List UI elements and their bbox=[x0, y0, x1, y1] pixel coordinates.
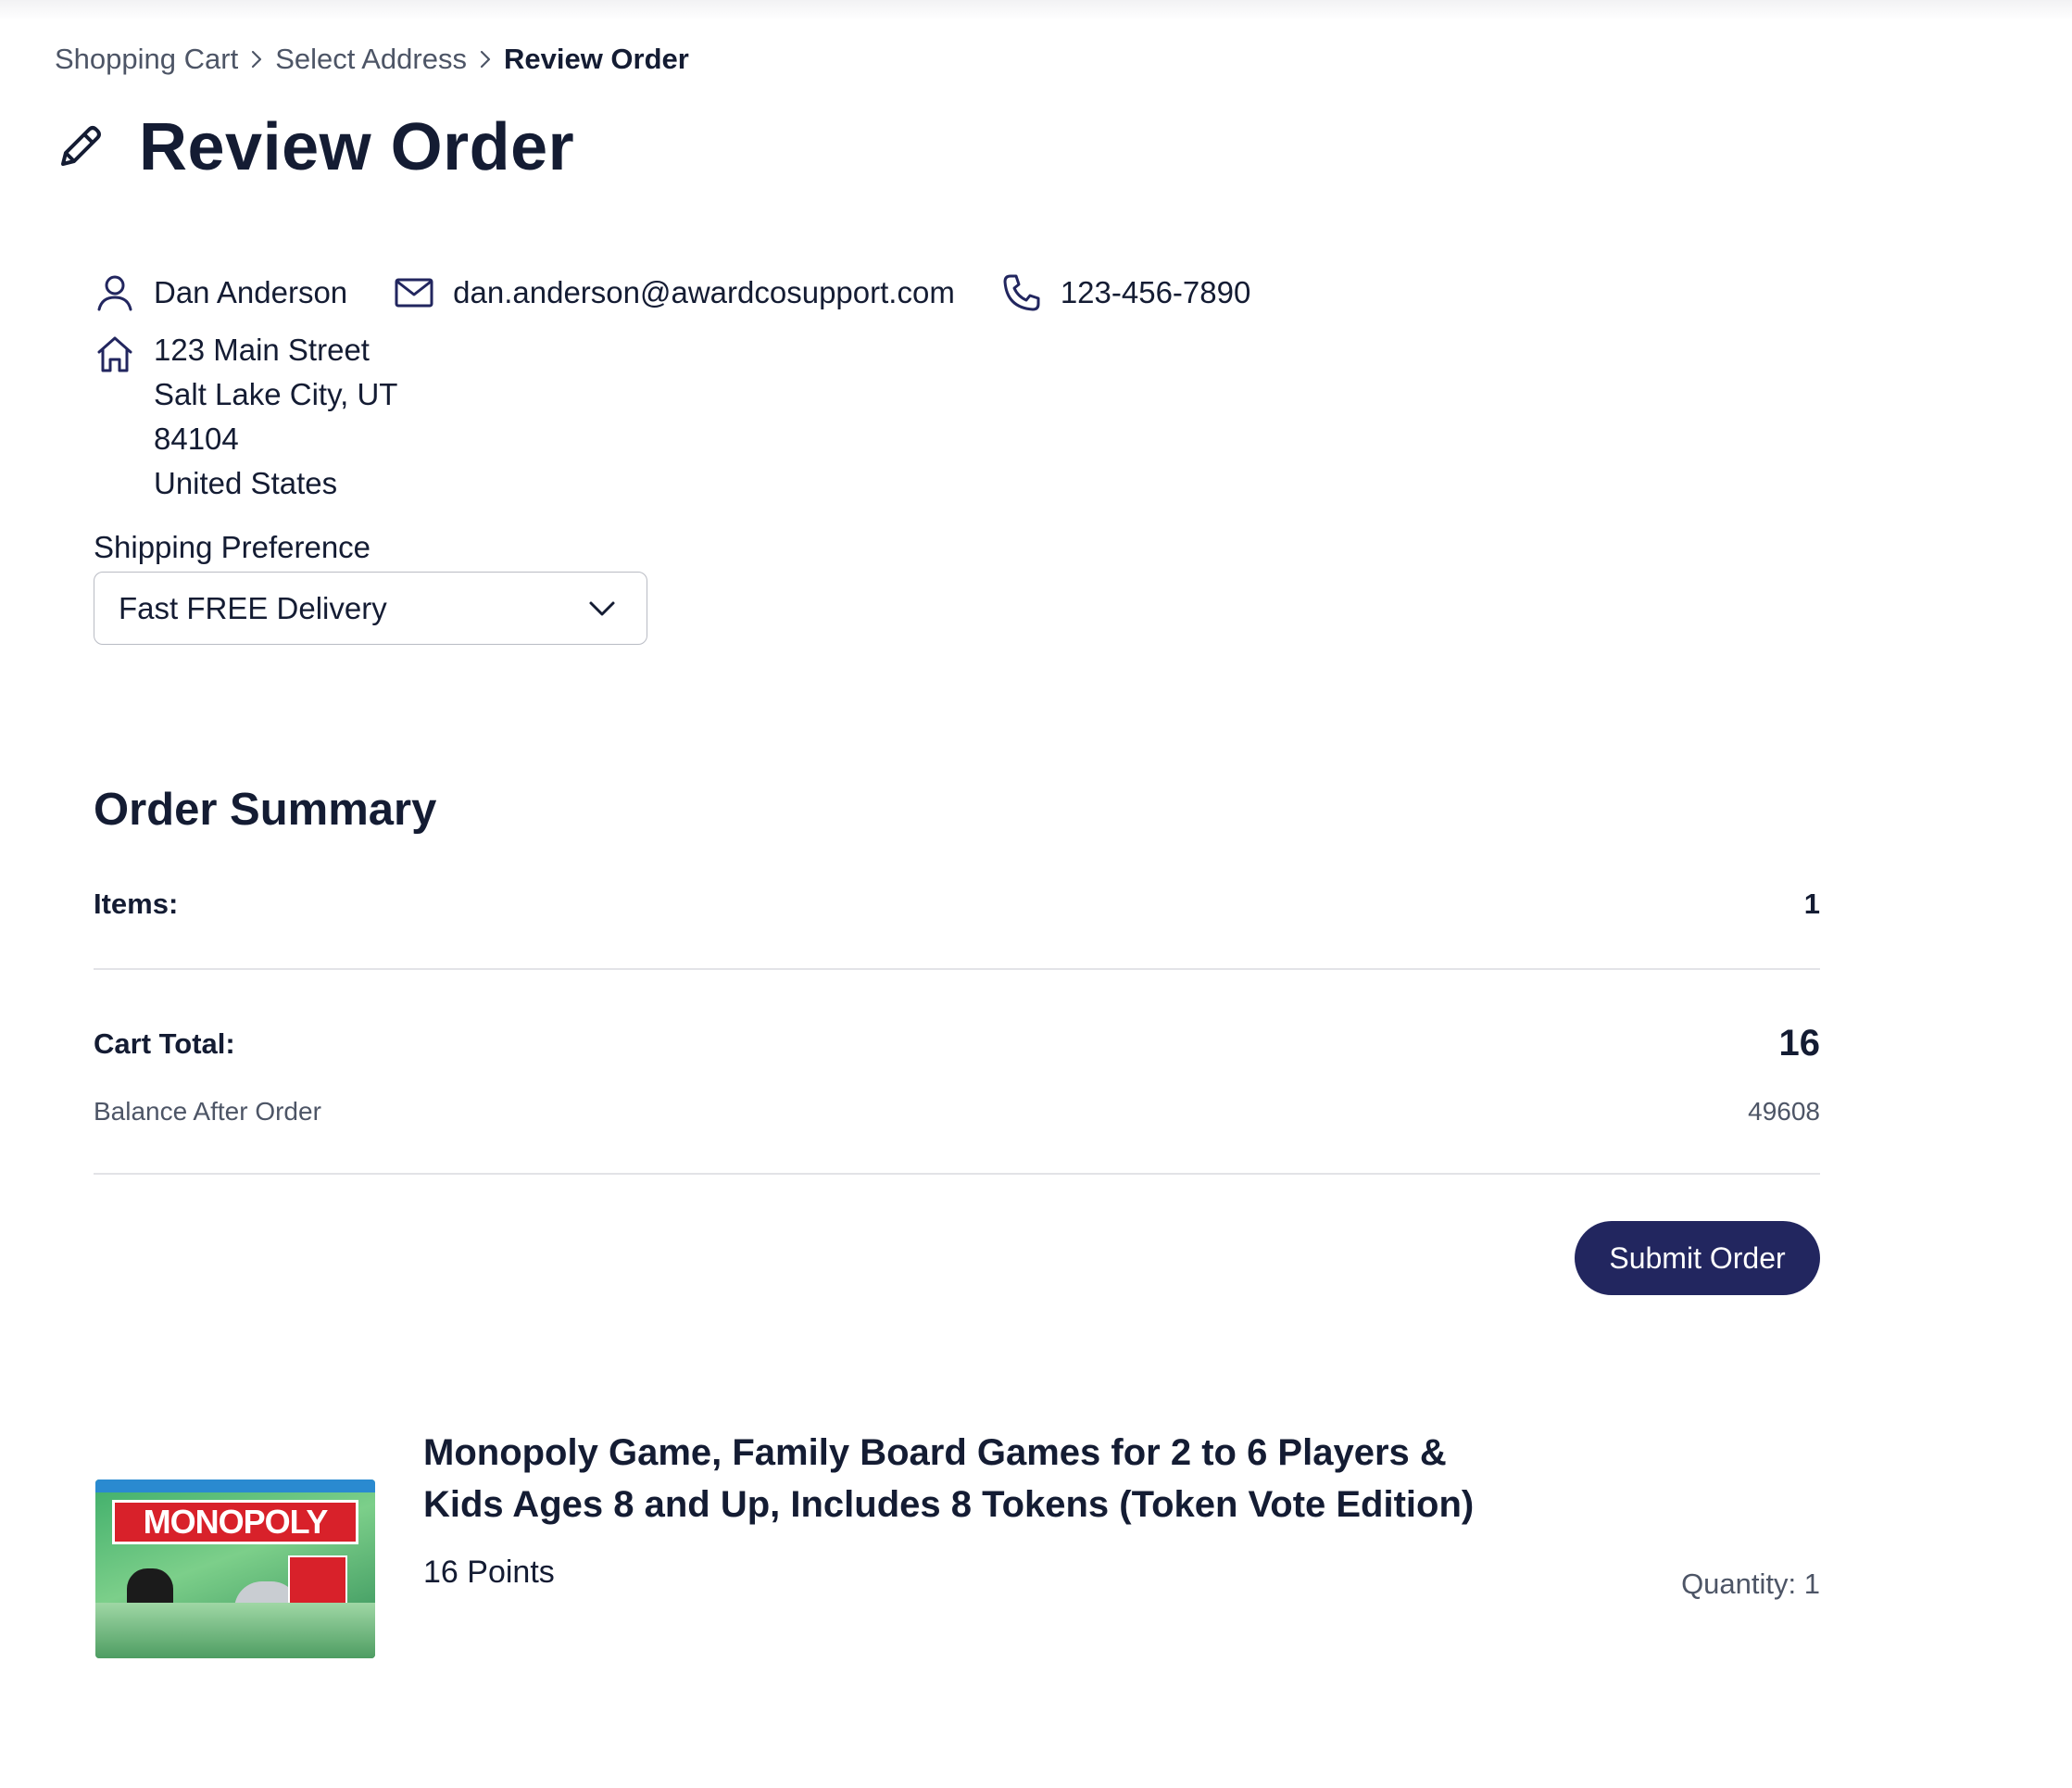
page-title: Review Order bbox=[139, 110, 575, 184]
address-street: 123 Main Street bbox=[154, 333, 370, 367]
cart-total-value: 16 bbox=[1778, 1023, 1821, 1064]
balance-value: 49608 bbox=[1748, 1097, 1820, 1126]
customer-email: dan.anderson@awardcosupport.com bbox=[453, 275, 955, 309]
pencil-icon bbox=[61, 126, 101, 166]
box-bottom bbox=[95, 1603, 375, 1658]
product-logo: MONOPOLY bbox=[112, 1500, 358, 1544]
address-zip: 84104 bbox=[154, 422, 239, 456]
shipping-selected-value: Fast FREE Delivery bbox=[119, 590, 387, 625]
product-points: 16 Points bbox=[423, 1555, 555, 1590]
contact-email: dan.anderson@awardcosupport.com bbox=[394, 272, 955, 313]
quantity-value: 1 bbox=[1803, 1568, 1820, 1600]
breadcrumb-shopping-cart[interactable]: Shopping Cart bbox=[55, 43, 238, 76]
contact-name: Dan Anderson bbox=[94, 272, 347, 313]
product-name-link[interactable]: Monopoly Game, Family Board Games for 2 … bbox=[423, 1427, 1535, 1530]
balance-label: Balance After Order bbox=[94, 1097, 321, 1126]
phone-icon bbox=[1003, 274, 1040, 311]
customer-name: Dan Anderson bbox=[154, 275, 348, 309]
items-value: 1 bbox=[1803, 888, 1820, 920]
address-lines: 123 Main Street Salt Lake City, UT 84104… bbox=[154, 328, 397, 506]
title-row: Review Order bbox=[54, 109, 574, 185]
submit-order-button[interactable]: Submit Order bbox=[1575, 1221, 1820, 1295]
divider bbox=[94, 1173, 1820, 1175]
items-row: Items: 1 bbox=[94, 888, 1820, 921]
contact-info: Dan Anderson dan.anderson@awardcosupport… bbox=[94, 272, 1297, 313]
shipping-preference-label: Shipping Preference bbox=[94, 530, 371, 564]
shipping-address: 123 Main Street Salt Lake City, UT 84104… bbox=[94, 333, 397, 506]
chevron-right-icon bbox=[467, 49, 504, 69]
customer-phone: 123-456-7890 bbox=[1060, 275, 1251, 309]
cart-total-row: Cart Total: 16 bbox=[94, 1023, 1820, 1064]
user-icon bbox=[97, 275, 132, 311]
breadcrumb-current: Review Order bbox=[503, 43, 689, 75]
quantity-label: Quantity: bbox=[1681, 1568, 1797, 1600]
divider bbox=[94, 968, 1820, 970]
chevron-right-icon bbox=[238, 49, 275, 69]
home-icon bbox=[97, 336, 132, 372]
address-city-state: Salt Lake City, UT bbox=[154, 377, 398, 411]
chevron-down-icon bbox=[589, 601, 615, 615]
cart-total-label: Cart Total: bbox=[94, 1026, 235, 1060]
mail-icon bbox=[395, 278, 433, 308]
items-label: Items: bbox=[94, 888, 179, 920]
review-order-page: Shopping Cart Select Address Review Orde… bbox=[0, 0, 2072, 1788]
box-top-band bbox=[95, 1480, 375, 1492]
breadcrumb-select-address[interactable]: Select Address bbox=[275, 43, 467, 76]
breadcrumb: Shopping Cart Select Address Review Orde… bbox=[55, 43, 689, 76]
address-country: United States bbox=[154, 466, 338, 500]
balance-row: Balance After Order 49608 bbox=[94, 1097, 1820, 1127]
product-image[interactable]: MONOPOLY bbox=[95, 1480, 375, 1658]
contact-phone: 123-456-7890 bbox=[1001, 272, 1251, 313]
order-summary-title: Order Summary bbox=[94, 785, 437, 835]
shipping-preference-select[interactable]: Fast FREE Delivery bbox=[94, 572, 647, 645]
product-quantity: Quantity: 1 bbox=[1681, 1568, 1820, 1601]
